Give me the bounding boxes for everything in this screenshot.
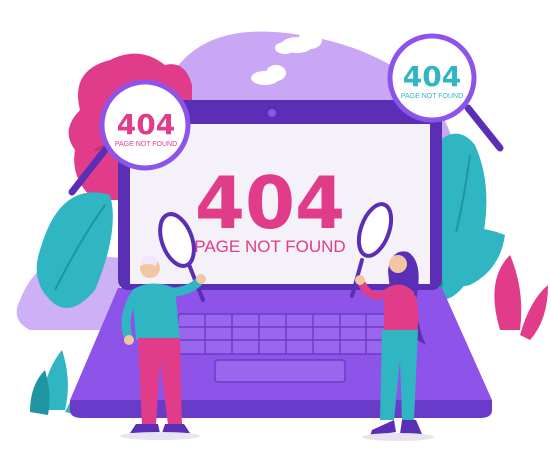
keyboard <box>177 313 389 355</box>
screen-error-code: 404 <box>195 161 345 245</box>
leaf-icon <box>494 255 548 340</box>
badge-left-message: PAGE NOT FOUND <box>115 141 177 148</box>
screen-error-message: PAGE NOT FOUND <box>194 237 345 256</box>
trackpad <box>214 359 346 383</box>
webcam <box>268 109 276 117</box>
error-404-illustration: 404 PAGE NOT FOUND 404 PAGE NOT FOUND 40… <box>16 31 548 441</box>
ground-shadow <box>120 432 200 440</box>
badge-right-code: 404 <box>403 60 461 93</box>
badge-right-message: PAGE NOT FOUND <box>401 93 463 100</box>
badge-left-code: 404 <box>117 108 175 141</box>
ground-shadow <box>362 433 434 441</box>
